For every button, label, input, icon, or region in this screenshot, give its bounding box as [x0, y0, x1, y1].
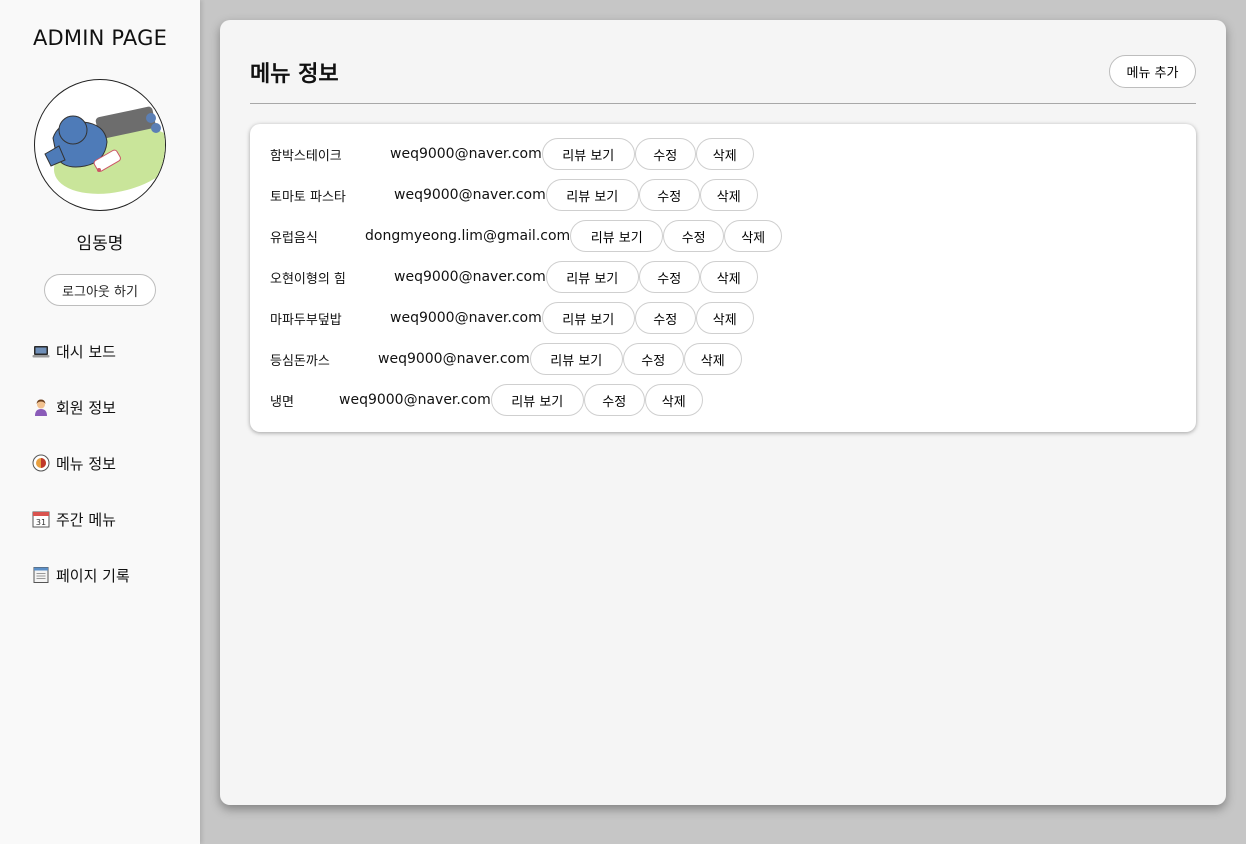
delete-button[interactable]: 삭제	[699, 179, 758, 211]
person-icon	[32, 398, 50, 416]
review-button[interactable]: 리뷰 보기	[541, 138, 635, 170]
edit-button[interactable]: 수정	[638, 261, 700, 293]
delete-button[interactable]: 삭제	[695, 138, 754, 170]
review-button[interactable]: 리뷰 보기	[545, 261, 639, 293]
list-item: 등심돈까스 weq9000@naver.com 리뷰 보기 수정 삭제	[270, 343, 742, 375]
edit-button[interactable]: 수정	[634, 302, 696, 334]
review-button[interactable]: 리뷰 보기	[541, 302, 635, 334]
list-item: 냉면 weq9000@naver.com 리뷰 보기 수정 삭제	[270, 384, 703, 416]
menu-email: weq9000@naver.com	[394, 187, 546, 203]
nav-item-menus[interactable]: 메뉴 정보	[32, 451, 116, 475]
delete-button[interactable]: 삭제	[724, 220, 783, 252]
review-button[interactable]: 리뷰 보기	[490, 384, 584, 416]
divider	[250, 103, 1196, 104]
menu-list: 함박스테이크 weq9000@naver.com 리뷰 보기 수정 삭제 토마토…	[250, 124, 1196, 432]
list-item: 토마토 파스타 weq9000@naver.com 리뷰 보기 수정 삭제	[270, 179, 758, 211]
delete-button[interactable]: 삭제	[644, 384, 703, 416]
list-item: 함박스테이크 weq9000@naver.com 리뷰 보기 수정 삭제	[270, 138, 754, 170]
menu-name: 오현이형의 힘	[270, 271, 346, 287]
sidebar: ADMIN PAGE 임동명 로그아웃 하기 대시 보드 회원 정보 메뉴 정보…	[0, 0, 200, 844]
nav-item-page-log[interactable]: 페이지 기록	[32, 563, 130, 587]
notebook-icon	[32, 566, 50, 584]
review-button[interactable]: 리뷰 보기	[545, 179, 639, 211]
menu-name: 함박스테이크	[270, 148, 342, 164]
menu-name: 마파두부덮밥	[270, 312, 342, 328]
menu-email: dongmyeong.lim@gmail.com	[365, 228, 571, 244]
nav-item-members[interactable]: 회원 정보	[32, 395, 116, 419]
nav-label: 메뉴 정보	[56, 454, 116, 473]
menu-name: 등심돈까스	[270, 353, 330, 369]
edit-button[interactable]: 수정	[634, 138, 696, 170]
logout-button[interactable]: 로그아웃 하기	[44, 274, 156, 306]
nav-item-dashboard[interactable]: 대시 보드	[32, 339, 116, 363]
nav-label: 대시 보드	[56, 342, 116, 361]
calendar-icon: 31	[32, 510, 50, 528]
nav-label: 페이지 기록	[56, 566, 130, 585]
list-item: 오현이형의 힘 weq9000@naver.com 리뷰 보기 수정 삭제	[270, 261, 758, 293]
list-item: 마파두부덮밥 weq9000@naver.com 리뷰 보기 수정 삭제	[270, 302, 754, 334]
list-item: 유럽음식 dongmyeong.lim@gmail.com 리뷰 보기 수정 삭…	[270, 220, 783, 252]
page-title: 메뉴 정보	[250, 62, 339, 87]
delete-button[interactable]: 삭제	[683, 343, 742, 375]
menu-email: weq9000@naver.com	[339, 392, 491, 408]
laptop-icon	[32, 342, 50, 360]
add-menu-button[interactable]: 메뉴 추가	[1109, 55, 1196, 88]
user-name: 임동명	[76, 234, 124, 254]
food-icon	[32, 454, 50, 472]
menu-name: 유럽음식	[270, 230, 318, 246]
svg-text:31: 31	[36, 518, 46, 527]
menu-email: weq9000@naver.com	[390, 146, 542, 162]
edit-button[interactable]: 수정	[663, 220, 725, 252]
review-button[interactable]: 리뷰 보기	[529, 343, 623, 375]
edit-button[interactable]: 수정	[622, 343, 684, 375]
menu-name: 냉면	[270, 394, 294, 410]
nav-label: 주간 메뉴	[56, 510, 116, 529]
avatar	[34, 79, 166, 211]
delete-button[interactable]: 삭제	[699, 261, 758, 293]
avatar-illustration-icon	[44, 106, 165, 194]
review-button[interactable]: 리뷰 보기	[570, 220, 664, 252]
nav-item-weekly-menu[interactable]: 31 주간 메뉴	[32, 507, 116, 531]
menu-email: weq9000@naver.com	[378, 351, 530, 367]
edit-button[interactable]: 수정	[583, 384, 645, 416]
main-panel: 메뉴 정보 메뉴 추가 함박스테이크 weq9000@naver.com 리뷰 …	[220, 20, 1226, 805]
menu-name: 토마토 파스타	[270, 189, 346, 205]
edit-button[interactable]: 수정	[638, 179, 700, 211]
menu-email: weq9000@naver.com	[390, 310, 542, 326]
brand-title: ADMIN PAGE	[32, 26, 168, 50]
menu-email: weq9000@naver.com	[394, 269, 546, 285]
nav-label: 회원 정보	[56, 398, 116, 417]
delete-button[interactable]: 삭제	[695, 302, 754, 334]
